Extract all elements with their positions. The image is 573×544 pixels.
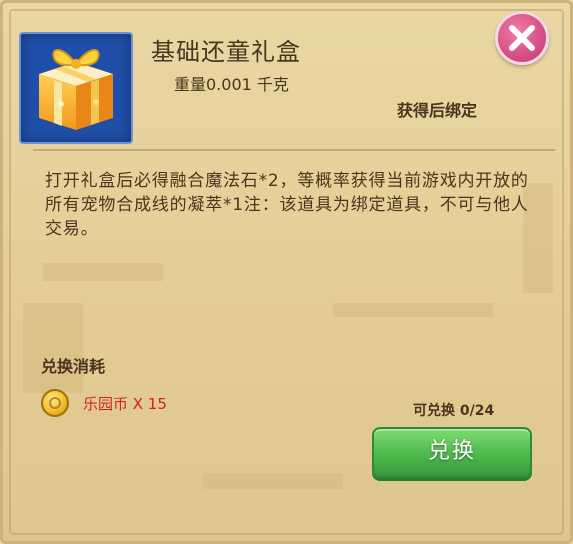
close-button[interactable] xyxy=(495,11,549,65)
redeem-available: 可兑换 0/24 xyxy=(413,403,495,419)
item-title: 基础还童礼盒 xyxy=(151,38,301,66)
panel-texture xyxy=(333,303,493,317)
item-description: 打开礼盒后必得融合魔法石*2，等概率获得当前游戏内开放的所有宠物合成线的凝萃*1… xyxy=(45,171,529,239)
panel-texture xyxy=(203,473,343,489)
bind-status: 获得后绑定 xyxy=(397,101,478,120)
gift-box-icon xyxy=(39,49,113,130)
item-icon-frame xyxy=(19,32,133,144)
item-weight: 重量0.001 千克 xyxy=(174,75,289,94)
panel-texture xyxy=(43,263,163,281)
redeem-button[interactable]: 兑换 xyxy=(372,427,532,478)
divider xyxy=(33,149,555,151)
coin-icon xyxy=(41,389,69,417)
panel-texture xyxy=(23,303,83,393)
exchange-cost-label: 兑换消耗 xyxy=(41,357,106,376)
item-detail-panel: 基础还童礼盒 重量0.001 千克 获得后绑定 打开礼盒后必得融合魔法石*2，等… xyxy=(0,0,573,544)
currency-cost: 乐园币 X 15 xyxy=(83,395,167,413)
close-icon xyxy=(509,25,535,51)
